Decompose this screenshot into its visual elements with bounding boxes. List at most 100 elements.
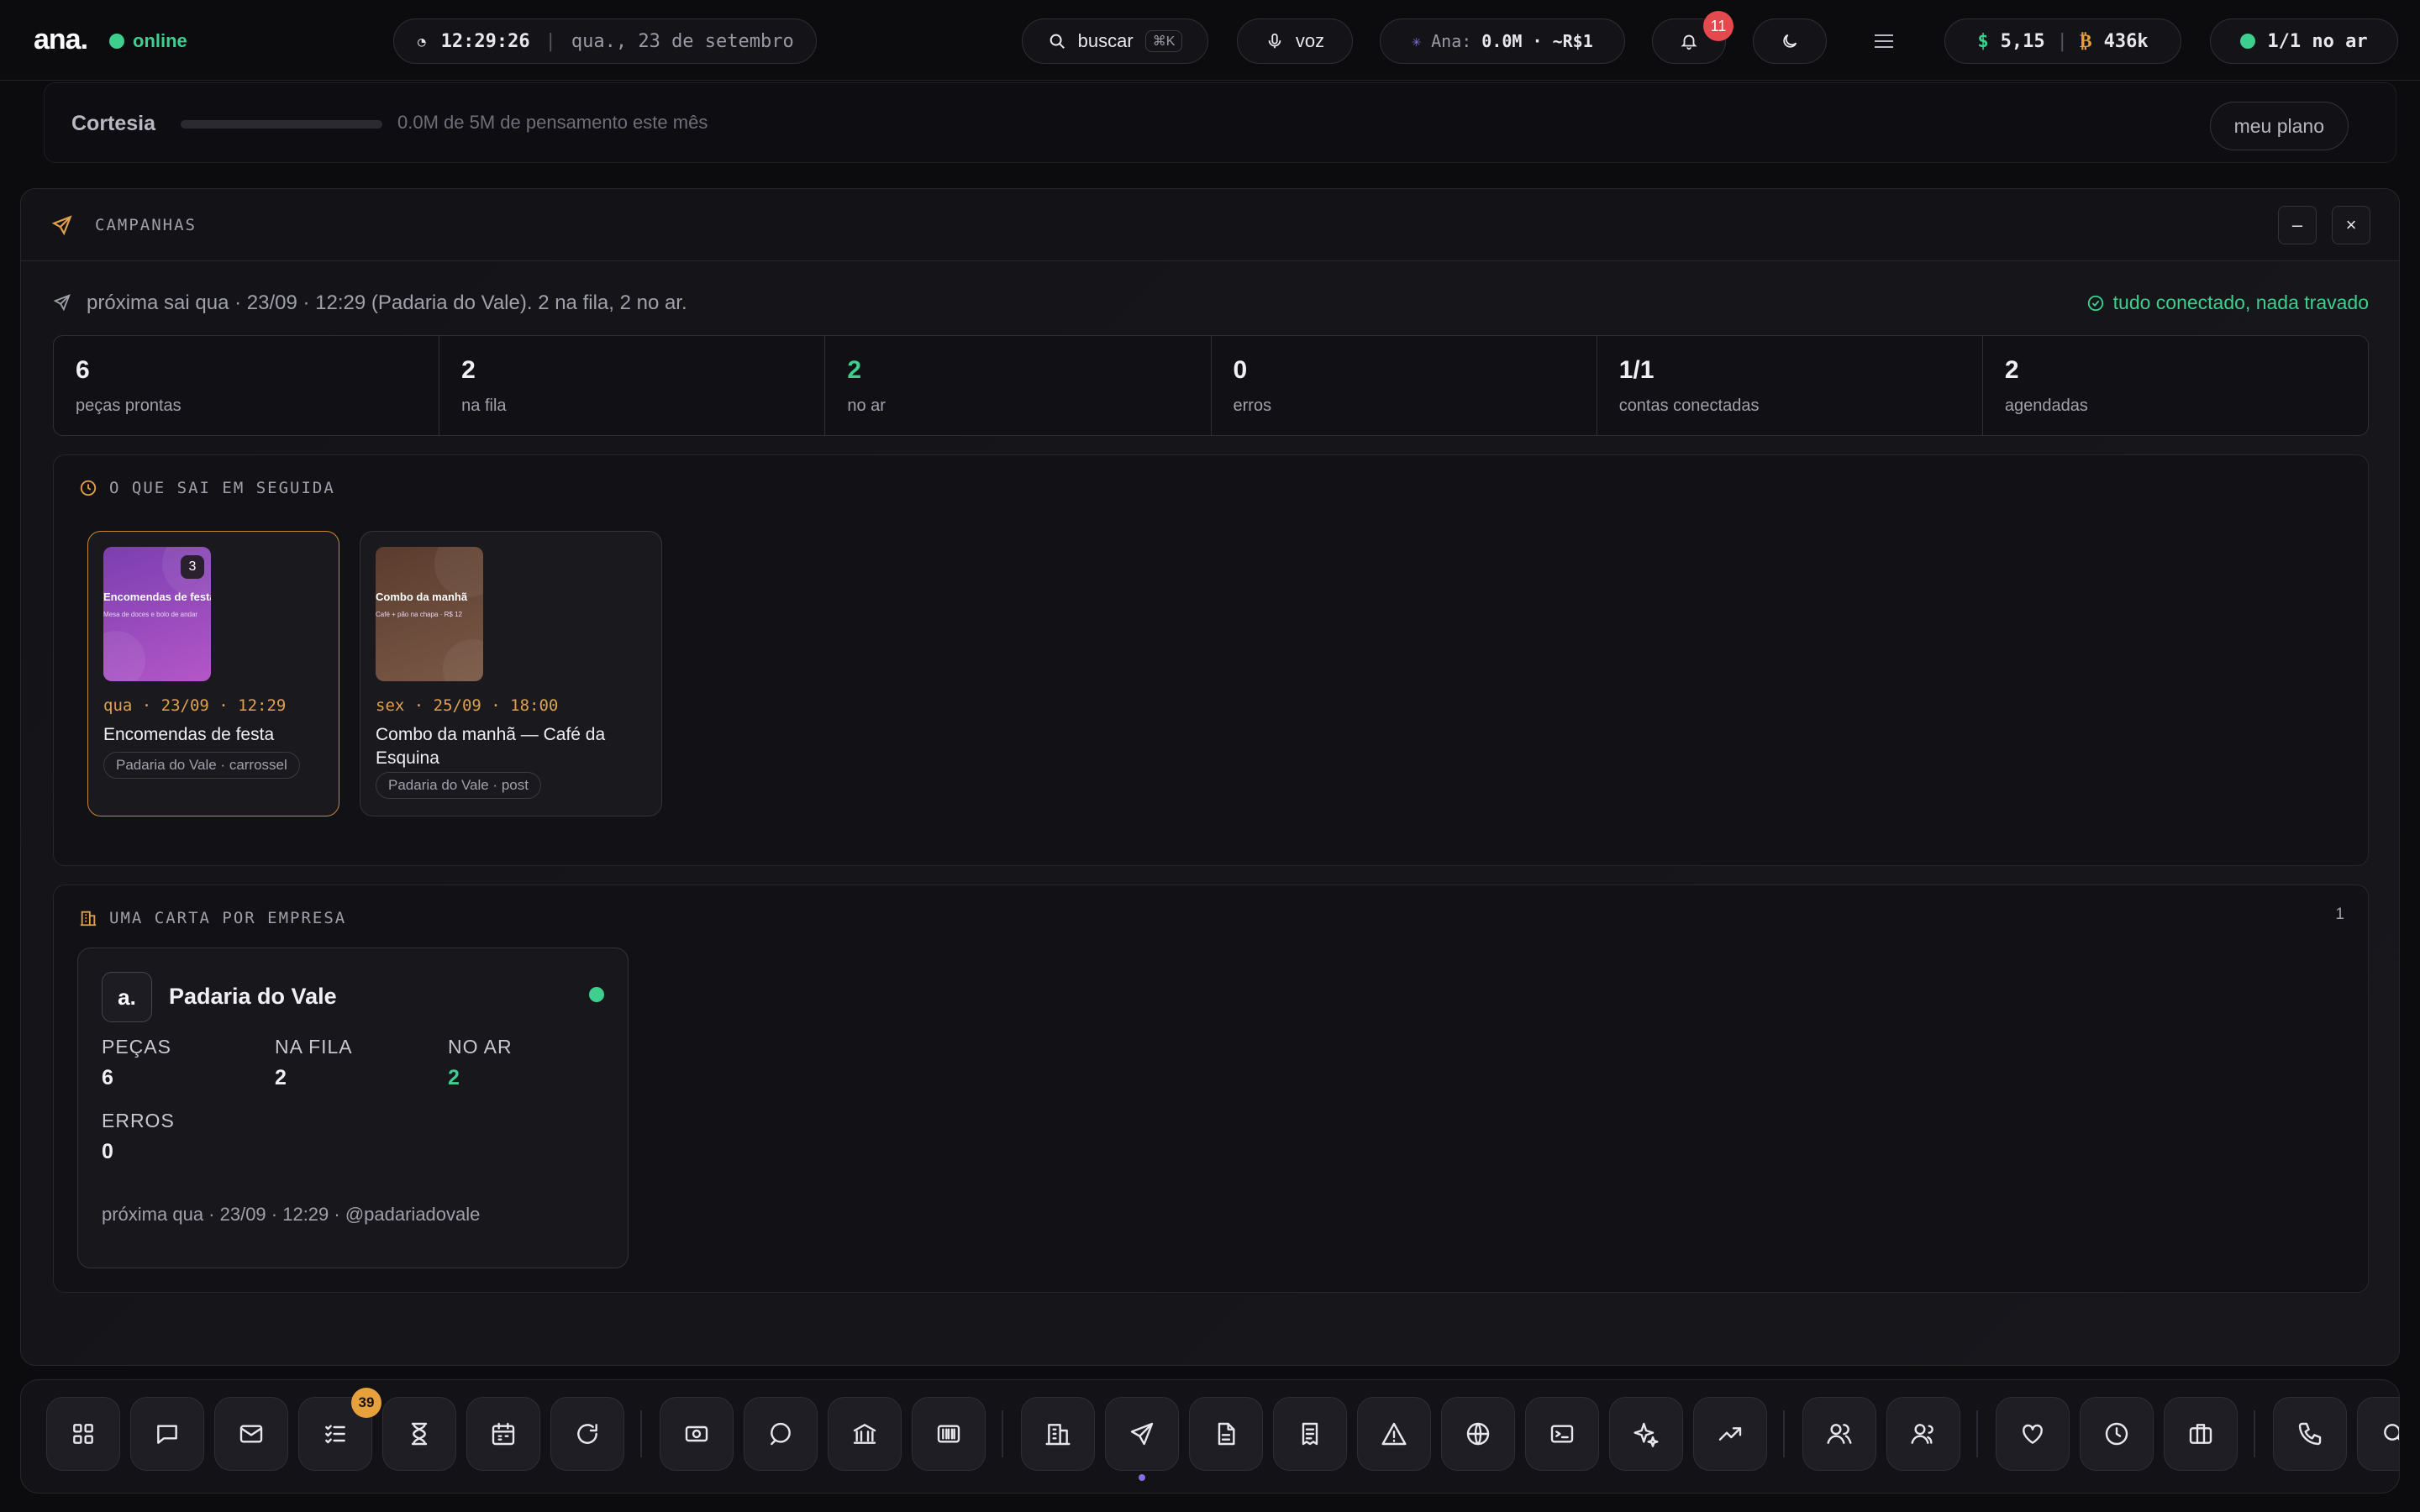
dock-button-users[interactable] (1886, 1397, 1960, 1471)
stat-fila[interactable]: 2 na fila (439, 336, 826, 435)
stats-row: 6 peças prontas 2 na fila 2 no ar 0 erros 1/… (53, 335, 2369, 436)
next-status: próxima sai qua · 23/09 · 12:29 (Padaria… (87, 291, 687, 314)
phone-icon (2298, 1422, 2322, 1446)
stat-value: 1/1 (1618, 356, 1655, 384)
refresh-icon (577, 1424, 597, 1444)
pecas-value: 6 (102, 1066, 113, 1089)
dock-button-barcode[interactable] (912, 1397, 986, 1471)
company-card[interactable]: a. Padaria do Vale PEÇAS 6 NA FILA 2 NO … (77, 948, 629, 1268)
search-button[interactable]: buscar ⌘K (1022, 18, 1208, 64)
close-button[interactable]: × (2332, 206, 2370, 244)
stat-value: 0 (1233, 356, 1248, 384)
onair-pill[interactable]: 1/1 no ar (2210, 18, 2398, 64)
campaigns-panel: CAMPANHAS – × próxima sai qua · 23/09 · … (20, 188, 2400, 1366)
stat-no-ar[interactable]: 2 no ar (825, 336, 1212, 435)
dock-button-mail[interactable] (214, 1397, 288, 1471)
dock-button-building[interactable] (1021, 1397, 1095, 1471)
dock-button-document[interactable] (1189, 1397, 1263, 1471)
dock-button-clock[interactable] (2080, 1397, 2154, 1471)
onair-label: 1/1 no ar (2267, 30, 2368, 52)
dock-button-receipt[interactable] (1273, 1397, 1347, 1471)
checklist-icon (325, 1425, 345, 1444)
fila-label: NA FILA (275, 1036, 353, 1058)
btc-value: 436k (2103, 30, 2149, 52)
dock-button-chat[interactable] (130, 1397, 204, 1471)
moon-icon (1783, 34, 1797, 48)
dock-button-terminal[interactable] (1525, 1397, 1599, 1471)
stat-label: erros (1233, 396, 1272, 415)
stat-label: agendadas (2004, 396, 2088, 415)
dock-button-phone[interactable] (2273, 1397, 2347, 1471)
voice-button[interactable]: voz (1237, 18, 1353, 64)
dock-button-globe[interactable] (1441, 1397, 1515, 1471)
terminal-icon (1550, 1425, 1574, 1443)
stat-agendadas[interactable]: 2 agendadas (1983, 336, 2368, 435)
sparkle-icon: ✳ (1412, 32, 1422, 50)
dock-button-heart[interactable] (1996, 1397, 2070, 1471)
dock-button-checklist[interactable]: 39 (298, 1388, 381, 1471)
card-date: qua · 23/09 · 12:29 (103, 696, 287, 715)
online-label: online (133, 30, 187, 51)
stat-value: 2 (847, 356, 862, 384)
panel-title: CAMPANHAS (95, 216, 197, 234)
search-icon (1050, 34, 1065, 49)
app-logo[interactable]: ana. (34, 24, 88, 56)
stat-value: 2 (461, 356, 476, 384)
dock-button-comment[interactable] (744, 1397, 818, 1471)
thumbnail-subtitle: Mesa de doces e bolo de andar (103, 611, 198, 618)
dock-button-trending[interactable] (1693, 1397, 1767, 1471)
check-circle-icon (2087, 295, 2103, 311)
stat-contas[interactable]: 1/1 contas conectadas (1597, 336, 1983, 435)
balance-pill[interactable]: $ 5,15 | ₿ 436k (1944, 18, 2181, 64)
dock-button-alert[interactable] (1357, 1397, 1431, 1471)
upcoming-card[interactable]: Combo da manhã Café + pão na chapa · R$ … (360, 531, 662, 816)
heart-icon (2023, 1424, 2043, 1444)
bitcoin-icon: ₿ (2079, 31, 2092, 52)
menu-button[interactable] (1869, 29, 1899, 54)
upcoming-card[interactable]: Encomendas de festa Mesa de doces e bolo… (87, 531, 339, 816)
stat-label: contas conectadas (1618, 396, 1760, 415)
dock-button-hourglass[interactable] (382, 1397, 456, 1471)
dock-button-search[interactable] (2357, 1397, 2399, 1471)
erros-value: 0 (102, 1140, 113, 1163)
user-icon (1827, 1424, 1852, 1444)
erros-label: ERROS (102, 1110, 175, 1131)
money-icon (685, 1425, 708, 1442)
globe-icon (1466, 1422, 1490, 1446)
my-plan-button[interactable]: meu plano (2209, 102, 2349, 150)
building-icon (1045, 1424, 1071, 1446)
theme-toggle[interactable] (1753, 18, 1827, 64)
dock-button-money[interactable] (660, 1397, 734, 1471)
receipt-icon (1302, 1422, 1318, 1446)
sparkles-icon (1634, 1422, 1659, 1447)
minimize-button[interactable]: – (2278, 206, 2317, 244)
clock-pill[interactable]: ◔ 12:29:26 | qua., 23 de setembro (393, 18, 817, 64)
dock-button-calendar[interactable] (466, 1397, 540, 1471)
plan-name: Cortesia (71, 112, 156, 135)
company-logo: a. (102, 972, 152, 1022)
dock-button-grid[interactable] (46, 1397, 120, 1471)
stat-pecas[interactable]: 6 peças prontas (54, 336, 440, 435)
barcode-icon (937, 1425, 960, 1443)
notifications-button[interactable]: 11 (1652, 11, 1733, 64)
dock-button-send[interactable] (1105, 1397, 1179, 1471)
chat-icon (157, 1425, 177, 1444)
companies-section: UMA CARTA POR EMPRESA 1 a. Padaria do Va… (53, 885, 2369, 1293)
stat-erros[interactable]: 0 erros (1212, 336, 1597, 435)
balance-divider: | (2056, 30, 2068, 52)
fila-value: 2 (275, 1066, 287, 1089)
dock-button-briefcase[interactable] (2164, 1397, 2238, 1471)
notifications-badge: 11 (1703, 11, 1733, 41)
upcoming-title: O QUE SAI EM SEGUIDA (109, 479, 335, 497)
ana-usage-pill[interactable]: ✳ Ana: 0.0M · ~R$1 (1380, 18, 1625, 64)
active-indicator (1139, 1474, 1145, 1481)
card-tag: Padaria do Vale · carrossel (103, 752, 300, 779)
clock-time: 12:29:26 (440, 30, 530, 52)
dock-button-sparkles[interactable] (1609, 1397, 1683, 1471)
dock-button-refresh[interactable] (550, 1397, 624, 1471)
online-status: online (109, 30, 187, 52)
dock-separator (640, 1410, 642, 1457)
dock-button-user[interactable] (1802, 1397, 1876, 1471)
ar-label: NO AR (448, 1036, 513, 1058)
dock-button-bank[interactable] (828, 1397, 902, 1471)
